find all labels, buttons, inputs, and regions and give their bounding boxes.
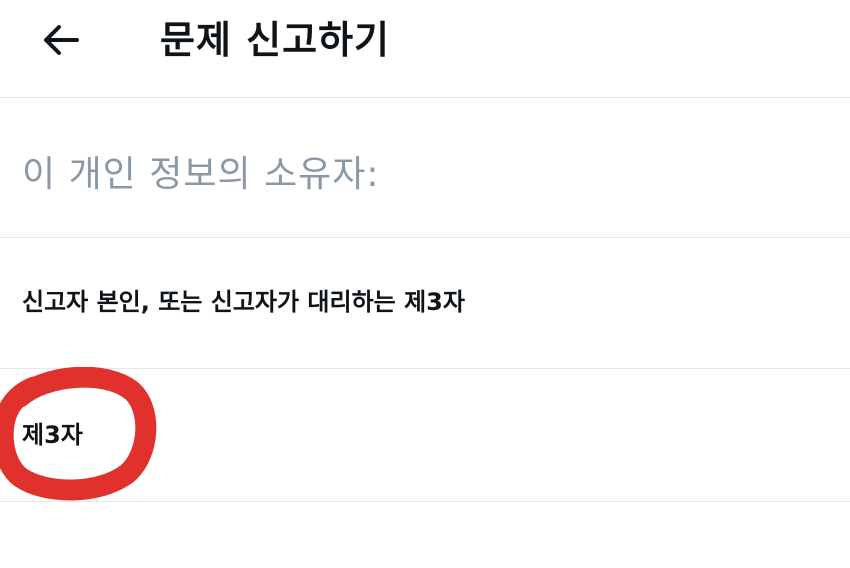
option-label: 신고자 본인, 또는 신고자가 대리하는 제3자 xyxy=(22,288,465,316)
question-section: 이 개인 정보의 소유자: xyxy=(0,98,850,238)
question-text: 이 개인 정보의 소유자: xyxy=(22,154,380,195)
option-self-or-represented[interactable]: 신고자 본인, 또는 신고자가 대리하는 제3자 xyxy=(0,238,850,369)
back-button[interactable] xyxy=(30,14,92,66)
option-third-party[interactable]: 제3자 xyxy=(0,369,850,502)
arrow-left-icon xyxy=(41,23,81,57)
page-title: 문제 신고하기 xyxy=(160,18,390,62)
header-bar: 문제 신고하기 xyxy=(0,0,850,98)
option-label: 제3자 xyxy=(22,421,83,449)
